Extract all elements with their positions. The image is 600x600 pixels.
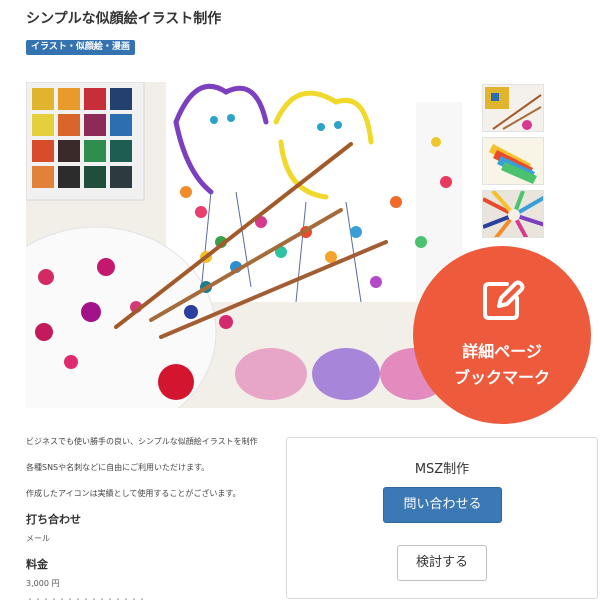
description-line-2: 各種SNSや名刺などに自由にご利用いただけます。 <box>26 463 210 472</box>
colored-pencils-circle-thumbnail <box>483 191 543 237</box>
bookmark-label-line1: 詳細ページ <box>462 342 542 361</box>
page-title: シンプルな似顔絵イラスト制作 <box>26 11 222 27</box>
category-badge[interactable]: イラスト・似顔絵・漫画 <box>26 40 135 55</box>
thumbnail-3[interactable] <box>482 190 544 238</box>
description-line-3: 作成したアイコンは実績として使用することがございます。 <box>26 489 241 498</box>
thumbnail-1[interactable] <box>482 84 544 132</box>
main-image[interactable] <box>26 82 462 408</box>
meeting-value: メール <box>26 534 50 543</box>
contact-button[interactable]: 問い合わせる <box>383 487 502 523</box>
description-line-1: ビジネスでも使い勝手の良い、シンプルな似顔絵イラストを制作 <box>26 437 258 446</box>
thumbnail-2[interactable] <box>482 137 544 185</box>
edit-icon <box>483 280 525 320</box>
bookmark-label-line2: ブックマーク <box>453 368 550 387</box>
watercolor-painting-illustration <box>26 82 462 408</box>
consider-button[interactable]: 検討する <box>397 545 487 581</box>
brushes-thumbnail <box>483 85 543 131</box>
seller-name[interactable]: MSZ制作 <box>287 458 597 477</box>
meeting-heading: 打ち合わせ <box>26 513 81 526</box>
price-value: 3,000 円 <box>26 579 60 588</box>
colored-pencils-cup-thumbnail <box>483 138 543 184</box>
seller-card: MSZ制作 問い合わせる 検討する <box>286 437 598 599</box>
bookmark-badge[interactable]: 詳細ページ ブックマーク <box>413 246 591 424</box>
price-heading: 料金 <box>26 558 48 571</box>
truncated-text: ・・・・・・・・・・・・・・・ <box>26 595 146 600</box>
